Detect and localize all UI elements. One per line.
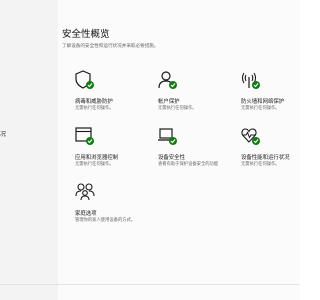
- tile-description: 查看有助于保护设备安全的功能: [158, 162, 219, 167]
- page-subtitle: 了解设备的安全性和运行状况并采取必要措施。: [62, 44, 159, 49]
- tile-description: 管理你的家人使用设备的方式。: [75, 218, 136, 223]
- page-title: 安全性概览: [62, 29, 110, 40]
- tile-family-options[interactable]: 家庭选项 管理你的家人使用设备的方式。: [75, 182, 153, 234]
- navigation-pane: 况: [0, 0, 58, 300]
- tile-title: 应用和浏览器控制: [75, 155, 119, 161]
- app-browser-icon: [75, 126, 95, 146]
- tile-description: 无需执行任何操作。: [158, 106, 197, 111]
- tile-title: 家庭选项: [75, 211, 97, 217]
- heart-pulse-icon: [241, 126, 261, 146]
- tile-app-browser-control[interactable]: 应用和浏览器控制 无需执行任何操作。: [75, 126, 153, 178]
- tile-firewall-network[interactable]: 防火墙和网络保护 无需执行任何操作。: [241, 70, 319, 122]
- tile-title: 设备性能和运行状况: [241, 155, 290, 161]
- shield-icon: [75, 70, 95, 90]
- laptop-icon: [158, 126, 178, 146]
- tile-title: 防火墙和网络保护: [241, 99, 285, 105]
- tile-title: 病毒和威胁防护: [75, 99, 113, 105]
- person-icon: [158, 70, 178, 90]
- nav-item-partial[interactable]: 况: [0, 129, 6, 138]
- bottom-divider: [0, 284, 300, 285]
- tile-account-protection[interactable]: 帐户保护 无需执行任何操作。: [158, 70, 236, 122]
- tile-description: 无需执行任何操作。: [241, 162, 280, 167]
- tile-description: 无需执行任何操作。: [75, 106, 114, 111]
- wifi-antenna-icon: [241, 70, 261, 90]
- tile-description: 无需执行任何操作。: [241, 106, 280, 111]
- tile-description: 无需执行任何操作。: [75, 162, 114, 167]
- tile-virus-threat-protection[interactable]: 病毒和威胁防护 无需执行任何操作。: [75, 70, 153, 122]
- family-icon: [75, 182, 95, 202]
- tile-device-security[interactable]: 设备安全性 查看有助于保护设备安全的功能: [158, 126, 236, 178]
- tile-device-performance-health[interactable]: 设备性能和运行状况 无需执行任何操作。: [241, 126, 319, 178]
- tile-title: 帐户保护: [158, 99, 180, 105]
- tile-title: 设备安全性: [158, 155, 185, 161]
